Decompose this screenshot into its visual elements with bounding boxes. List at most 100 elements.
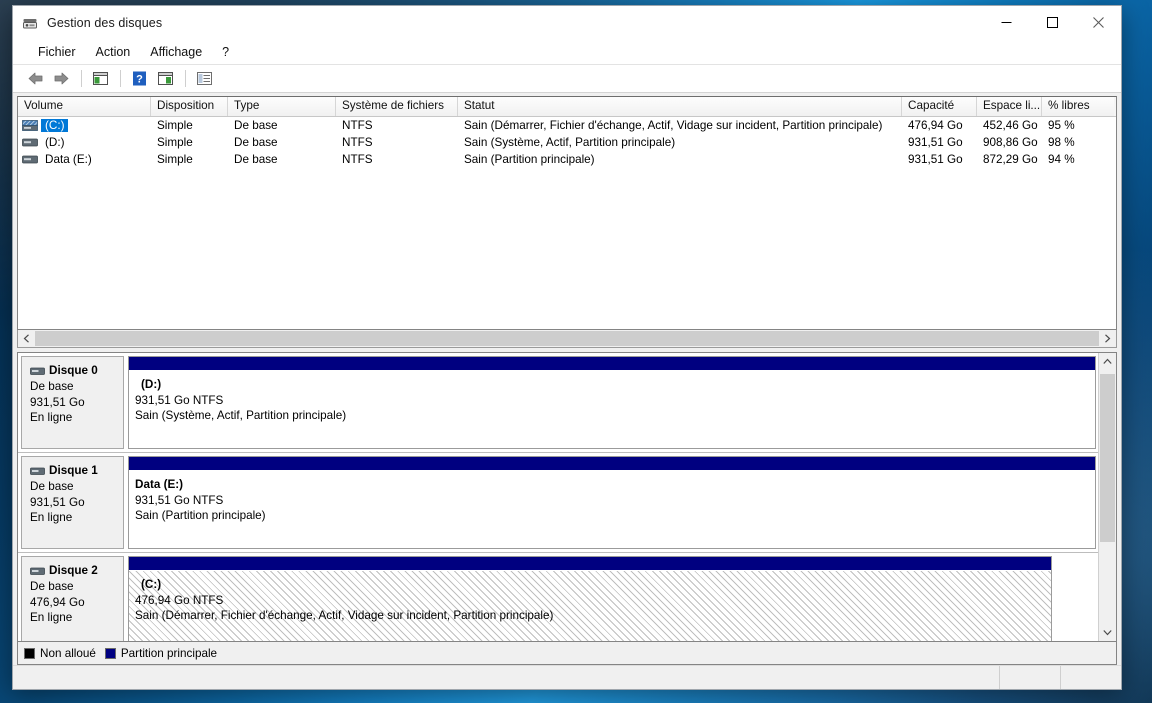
properties-icon[interactable] [192, 68, 216, 90]
minimize-button[interactable] [983, 6, 1029, 39]
drive-icon [22, 154, 38, 165]
drive-icon-selected [22, 120, 38, 131]
show-hide-action-pane-icon[interactable] [153, 68, 177, 90]
cell-free-space: 908,86 Go [983, 136, 1038, 149]
column-header-capacity[interactable]: Capacité [902, 97, 977, 116]
partition-size-fs: 476,94 Go NTFS [135, 593, 224, 607]
legend-swatch-primary [104, 647, 116, 659]
window-title: Gestion des disques [47, 15, 163, 30]
cell-filesystem: NTFS [342, 136, 373, 149]
volume-list-panel: Volume Disposition Type Système de fichi… [17, 96, 1117, 330]
column-header-type[interactable]: Type [228, 97, 336, 116]
partition-status: Sain (Démarrer, Fichier d'échange, Actif… [135, 609, 554, 622]
disk-info-panel[interactable]: Disque 1 De base 931,51 Go En ligne [21, 456, 124, 549]
graphical-disk-panel: Disque 0 De base 931,51 Go En ligne (D:)… [17, 352, 1117, 642]
client-area: Volume Disposition Type Système de fichi… [13, 93, 1121, 665]
disk-title: Disque 2 [30, 564, 123, 577]
legend-bar: Non alloué Partition principale [17, 642, 1117, 665]
forward-arrow-icon[interactable] [49, 68, 73, 90]
horizontal-scroll-track[interactable] [35, 330, 1099, 347]
cell-percent-free: 94 % [1048, 153, 1075, 166]
table-row[interactable]: (C:) Simple De base NTFS Sain (Démarrer,… [18, 117, 1116, 134]
cell-volume[interactable]: (C:) [18, 119, 151, 132]
disk-state: En ligne [30, 511, 73, 524]
disk-management-window: Gestion des disques Fichier Action Affic… [12, 5, 1122, 690]
column-header-percent-free[interactable]: % libres [1042, 97, 1114, 116]
disk-size: 476,94 Go [30, 595, 85, 609]
cell-capacity: 931,51 Go [908, 136, 963, 149]
horizontal-scroll-thumb[interactable] [35, 331, 1099, 346]
cell-disposition: Simple [157, 153, 193, 166]
cell-percent-free: 98 % [1048, 136, 1075, 149]
partition-size-fs: 931,51 Go NTFS [135, 493, 224, 507]
partition-color-bar [129, 557, 1052, 571]
vertical-scroll-thumb[interactable] [1100, 374, 1115, 542]
table-row[interactable]: Data (E:) Simple De base NTFS Sain (Part… [18, 151, 1116, 168]
scroll-right-arrow-icon[interactable] [1099, 330, 1116, 347]
volume-label: (C:) [41, 119, 69, 132]
cell-status: Sain (Partition principale) [464, 153, 595, 166]
toolbar-separator [120, 70, 121, 87]
cell-filesystem: NTFS [342, 153, 373, 166]
menu-fichier[interactable]: Fichier [29, 42, 85, 62]
disk-row[interactable]: Disque 1 De base 931,51 Go En ligne Data… [18, 453, 1098, 553]
disk-icon [30, 566, 45, 575]
toolbar-separator [81, 70, 82, 87]
status-bar-pane-2 [1060, 666, 1121, 689]
partition-size-fs: 931,51 Go NTFS [135, 393, 224, 407]
disk-row[interactable]: Disque 2 De base 476,94 Go En ligne (C:)… [18, 553, 1098, 641]
vertical-scrollbar[interactable] [1098, 353, 1116, 641]
toolbar: ? [13, 65, 1121, 93]
menu-affichage[interactable]: Affichage [141, 42, 211, 62]
partition-block[interactable]: (C:) 476,94 Go NTFS Sain (Démarrer, Fich… [128, 556, 1053, 641]
partition-block[interactable]: Data (E:) 931,51 Go NTFS Sain (Partition… [128, 456, 1096, 549]
column-header-status[interactable]: Statut [458, 97, 902, 116]
disk-title: Disque 1 [30, 464, 123, 477]
disk-management-icon [22, 15, 38, 31]
column-header-free-space[interactable]: Espace li... [977, 97, 1042, 116]
partition-volume-label: (C:) [141, 578, 162, 591]
cell-volume[interactable]: (D:) [18, 136, 151, 149]
partition-area: Data (E:) 931,51 Go NTFS Sain (Partition… [124, 456, 1096, 549]
disk-name: Disque 2 [49, 564, 98, 577]
column-header-volume[interactable]: Volume [18, 97, 151, 116]
column-header-disposition[interactable]: Disposition [151, 97, 228, 116]
cell-filesystem: NTFS [342, 119, 373, 132]
partition-color-bar [129, 357, 1095, 371]
disk-name: Disque 0 [49, 364, 98, 377]
back-arrow-icon[interactable] [23, 68, 47, 90]
disk-info-panel[interactable]: Disque 0 De base 931,51 Go En ligne [21, 356, 124, 449]
scroll-up-arrow-icon[interactable] [1099, 353, 1116, 370]
disk-size: 931,51 Go [30, 395, 85, 409]
disk-title: Disque 0 [30, 364, 123, 377]
close-button[interactable] [1075, 6, 1121, 39]
vertical-scroll-track[interactable] [1099, 370, 1116, 624]
partition-details: (C:) 476,94 Go NTFS Sain (Démarrer, Fich… [129, 571, 1052, 641]
scroll-down-arrow-icon[interactable] [1099, 624, 1116, 641]
partition-details: Data (E:) 931,51 Go NTFS Sain (Partition… [129, 471, 1095, 548]
svg-text:?: ? [136, 74, 143, 86]
show-hide-console-tree-icon[interactable] [88, 68, 112, 90]
partition-color-bar [129, 457, 1095, 471]
table-row[interactable]: (D:) Simple De base NTFS Sain (Système, … [18, 134, 1116, 151]
partition-block[interactable]: (D:) 931,51 Go NTFS Sain (Système, Actif… [128, 356, 1096, 449]
title-bar[interactable]: Gestion des disques [13, 6, 1121, 39]
menu-action[interactable]: Action [87, 42, 140, 62]
cell-type: De base [234, 119, 278, 132]
partition-area: (D:) 931,51 Go NTFS Sain (Système, Actif… [124, 356, 1096, 449]
disk-row[interactable]: Disque 0 De base 931,51 Go En ligne (D:)… [18, 353, 1098, 453]
volume-list-header: Volume Disposition Type Système de fichi… [18, 97, 1116, 117]
disk-info-panel[interactable]: Disque 2 De base 476,94 Go En ligne [21, 556, 124, 641]
column-header-filesystem[interactable]: Système de fichiers [336, 97, 458, 116]
disk-type: De base [30, 580, 74, 593]
help-icon[interactable]: ? [127, 68, 151, 90]
cell-volume[interactable]: Data (E:) [18, 153, 151, 166]
menu-aide[interactable]: ? [213, 42, 238, 62]
horizontal-scrollbar[interactable] [17, 330, 1117, 348]
legend-swatch-unallocated [24, 647, 35, 659]
disk-icon [30, 366, 45, 375]
cell-status: Sain (Démarrer, Fichier d'échange, Actif… [464, 119, 883, 132]
scroll-left-arrow-icon[interactable] [18, 330, 35, 347]
maximize-button[interactable] [1029, 6, 1075, 39]
cell-status: Sain (Système, Actif, Partition principa… [464, 136, 676, 149]
